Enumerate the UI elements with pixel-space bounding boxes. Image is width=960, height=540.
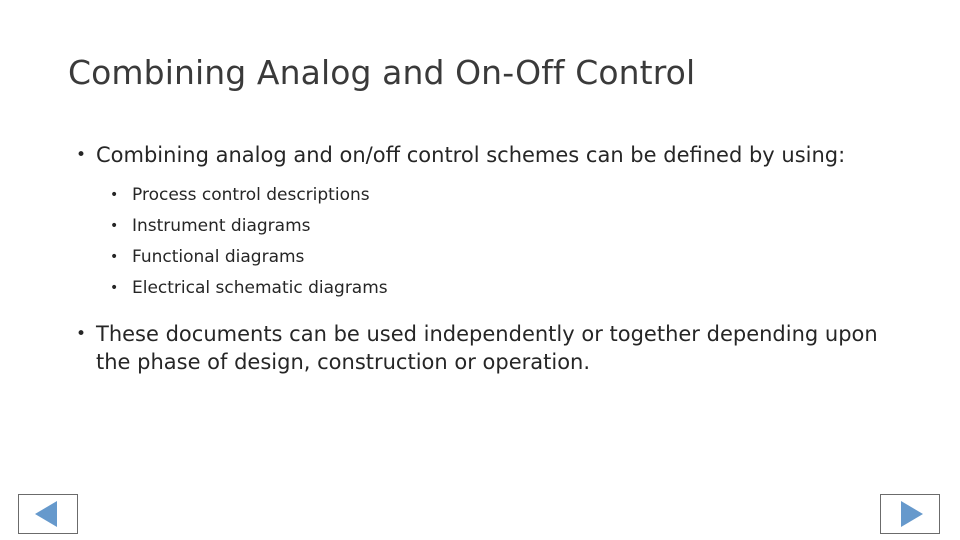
list-item-text: Functional diagrams xyxy=(132,246,305,267)
slide-body: • Combining analog and on/off control sc… xyxy=(68,142,898,379)
page-title: Combining Analog and On-Off Control xyxy=(68,53,696,92)
slide-canvas: Combining Analog and On-Off Control • Co… xyxy=(0,0,960,540)
list-item: • Combining analog and on/off control sc… xyxy=(68,142,898,170)
triangle-left-icon xyxy=(35,501,57,527)
sub-list: • Process control descriptions • Instrum… xyxy=(104,180,898,304)
bullet-icon: • xyxy=(76,145,87,165)
bullet-icon: • xyxy=(110,186,119,203)
list-item: • These documents can be used independen… xyxy=(68,321,898,376)
next-slide-button[interactable] xyxy=(880,494,940,534)
bullet-icon: • xyxy=(110,217,119,234)
list-item-text: Instrument diagrams xyxy=(132,215,311,236)
triangle-right-icon xyxy=(901,501,923,527)
list-item-text: Combining analog and on/off control sche… xyxy=(96,143,846,167)
list-item: • Functional diagrams xyxy=(104,242,898,273)
list-item: • Electrical schematic diagrams xyxy=(104,273,898,304)
list-item: • Instrument diagrams xyxy=(104,211,898,242)
list-item-text: Process control descriptions xyxy=(132,184,370,205)
list-item-text: These documents can be used independentl… xyxy=(96,322,878,375)
list-item-text: Electrical schematic diagrams xyxy=(132,277,388,298)
bullet-icon: • xyxy=(110,248,119,265)
list-item: • Process control descriptions xyxy=(104,180,898,211)
previous-slide-button[interactable] xyxy=(18,494,78,534)
bullet-icon: • xyxy=(76,324,87,345)
bullet-icon: • xyxy=(110,279,119,296)
